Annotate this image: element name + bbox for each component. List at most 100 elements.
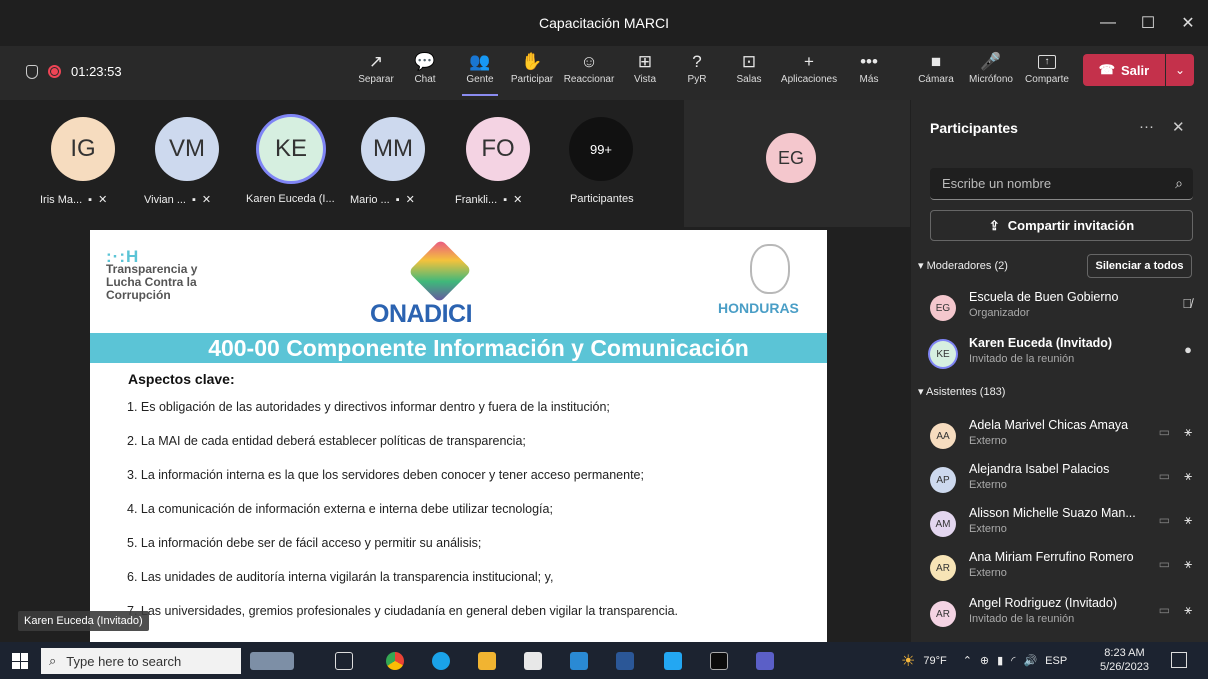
network-icon[interactable]: ⊕ — [980, 654, 989, 667]
participant-name: Escuela de Buen Gobierno — [969, 290, 1119, 304]
participant-row[interactable]: AP Alejandra Isabel Palacios Externo ▭ ⚹ — [930, 462, 1200, 502]
wifi-icon[interactable]: ◜ — [1011, 654, 1015, 667]
close-icon[interactable]: ✕ — [1172, 118, 1185, 136]
grid-icon: ⊞ — [637, 52, 653, 71]
qa-label: PyR — [687, 74, 707, 85]
chevron-up-icon[interactable]: ⌃ — [963, 654, 972, 667]
participant-name-text: Vivian ... — [144, 193, 186, 206]
more-options-icon[interactable]: ··· — [1139, 118, 1154, 136]
file-explorer-icon[interactable] — [478, 652, 496, 670]
participant-search-input[interactable]: Escribe un nombre ⌕ — [930, 168, 1193, 200]
participant-row[interactable]: AR Angel Rodriguez (Invitado) Invitado d… — [930, 596, 1200, 636]
share-label: Comparte — [1025, 74, 1069, 85]
mail-icon[interactable] — [570, 652, 588, 670]
participant-tile[interactable]: VM — [155, 117, 219, 181]
camera-off-icon: ▭ — [1158, 513, 1170, 527]
volume-icon[interactable]: 🔊 — [1023, 654, 1037, 667]
camera-off-icon: ■ — [930, 52, 942, 71]
participant-role: Externo — [969, 435, 1007, 447]
participant-row[interactable]: AA Adela Marivel Chicas Amaya Externo ▭ … — [930, 418, 1200, 458]
spotlight-tile[interactable]: EG — [684, 100, 910, 227]
battery-icon[interactable]: ▮ — [997, 654, 1003, 667]
chrome-icon[interactable] — [386, 652, 404, 670]
more-button[interactable]: ••• Más — [856, 50, 882, 96]
share-invite-button[interactable]: ⇪ Compartir invitación — [930, 210, 1193, 241]
separate-label: Separar — [358, 74, 394, 85]
people-button[interactable]: 👥 Gente — [462, 50, 498, 96]
camera-button[interactable]: ■ Cámara — [918, 50, 954, 96]
attendees-section-header[interactable]: ▾ Asistentes (183) — [918, 385, 1005, 398]
language-indicator[interactable]: ESP — [1045, 655, 1067, 667]
shield-icon — [26, 64, 38, 79]
word-icon[interactable] — [616, 652, 634, 670]
participant-role: Externo — [969, 567, 1007, 579]
list-item: 3. La información interna es la que los … — [127, 468, 644, 482]
moderators-label: Moderadores (2) — [926, 260, 1008, 272]
react-button[interactable]: ☺ Reaccionar — [562, 50, 616, 96]
meeting-toolbar: 01:23:53 ↗ Separar 💬 Chat 👥 Gente ✋ Part… — [0, 46, 1208, 100]
rooms-icon: ⊡ — [741, 52, 757, 71]
task-view-thumbnail-icon[interactable] — [250, 652, 294, 670]
moderators-section-header[interactable]: ▾ Moderadores (2) — [918, 259, 1008, 272]
participant-name: Alejandra Isabel Palacios — [969, 462, 1110, 476]
minimize-button[interactable]: — — [1088, 0, 1128, 46]
vscode-icon[interactable] — [664, 652, 682, 670]
avatar: AR — [930, 555, 956, 581]
maximize-button[interactable]: ☐ — [1128, 0, 1168, 46]
title-bar: Capacitación MARCI — ☐ ✕ — [0, 0, 1208, 46]
qa-button[interactable]: ? PyR — [684, 50, 710, 96]
terminal-icon[interactable] — [710, 652, 728, 670]
share-button[interactable]: ↑ Comparte — [1023, 50, 1071, 96]
mic-off-icon: ⚹ — [1184, 512, 1192, 527]
raise-hand-button[interactable]: ✋ Participar — [510, 50, 554, 96]
avatar: KE — [259, 117, 323, 181]
participant-role: Invitado de la reunión — [969, 613, 1075, 625]
mic-off-icon: ⚹ — [1184, 424, 1192, 439]
participant-row[interactable]: AM Alisson Michelle Suazo Man... Externo… — [930, 506, 1200, 546]
mic-off-icon: 🎙̸ — [1182, 296, 1192, 311]
participant-tile-speaking[interactable]: KE — [259, 117, 323, 181]
participant-row[interactable]: EG Escuela de Buen Gobierno Organizador … — [930, 290, 1200, 330]
slide-list: 1. Es obligación de las autoridades y di… — [127, 400, 678, 638]
mic-off-icon: ✕ — [405, 194, 415, 206]
mic-off-icon: ✕ — [98, 194, 108, 206]
microphone-button[interactable]: 🎤 Micrófono — [966, 50, 1016, 96]
avatar: AP — [930, 467, 956, 493]
more-participants-tile[interactable]: 99+ — [569, 117, 633, 181]
participant-row[interactable]: KE Karen Euceda (Invitado) Invitado de l… — [930, 336, 1200, 376]
store-icon[interactable] — [524, 652, 542, 670]
leave-options-button[interactable]: ⌄ — [1166, 54, 1194, 86]
chat-button[interactable]: 💬 Chat — [410, 50, 440, 96]
teams-icon[interactable] — [756, 652, 774, 670]
participant-row[interactable]: AR Ana Miriam Ferrufino Romero Externo ▭… — [930, 550, 1200, 590]
camera-off-icon: ▭ — [1158, 603, 1170, 617]
apps-button[interactable]: + Aplicaciones — [778, 50, 840, 96]
chevron-down-icon: ⌄ — [1174, 63, 1186, 77]
avatar: VM — [155, 117, 219, 181]
participant-tile[interactable]: FO — [466, 117, 530, 181]
chat-label: Chat — [414, 74, 436, 85]
question-icon: ? — [692, 52, 702, 71]
mute-all-button[interactable]: Silenciar a todos — [1087, 254, 1192, 278]
participant-tile[interactable]: IG — [51, 117, 115, 181]
avatar: EG — [766, 133, 816, 183]
task-view-icon[interactable] — [335, 652, 353, 670]
mic-off-icon: ⚹ — [1184, 468, 1192, 483]
leave-button[interactable]: ☎ Salir — [1083, 54, 1165, 86]
rooms-button[interactable]: ⊡ Salas — [734, 50, 764, 96]
view-button[interactable]: ⊞ Vista — [630, 50, 660, 96]
list-item: 4. La comunicación de información extern… — [127, 502, 553, 516]
participant-name: Alisson Michelle Suazo Man... — [969, 506, 1136, 520]
clock-date: 5/26/2023 — [1100, 661, 1149, 673]
avatar: IG — [51, 117, 115, 181]
close-window-button[interactable]: ✕ — [1168, 0, 1208, 46]
participant-tile[interactable]: MM — [361, 117, 425, 181]
windows-start-icon[interactable] — [12, 653, 28, 669]
notifications-icon[interactable] — [1171, 652, 1187, 668]
list-item: 7. Las universidades, gremios profesiona… — [127, 604, 679, 618]
taskbar-search-input[interactable]: ⌕ Type here to search — [41, 648, 241, 674]
onadici-logo: ONADICI — [370, 300, 473, 328]
edge-icon[interactable] — [432, 652, 450, 670]
separate-button[interactable]: ↗ Separar — [358, 50, 394, 96]
clock[interactable]: 8:23 AM 5/26/2023 — [1100, 646, 1149, 674]
